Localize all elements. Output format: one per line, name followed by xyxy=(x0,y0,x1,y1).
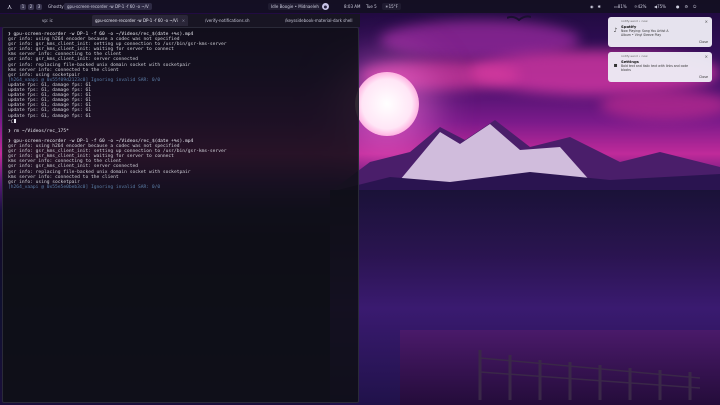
terminal-window[interactable]: ❯ gpu-screen-recorder -w DP-1 -f 60 -o ~… xyxy=(2,27,359,403)
tray-icons: ● ⚙ ⏻ xyxy=(676,0,696,13)
notification-app: notify-send • now xyxy=(621,54,648,58)
terminal-output: ❯ gpu-screen-recorder -w DP-1 -f 60 -o ~… xyxy=(8,32,227,190)
top-bar: ⋏ 1 2 3 Ghostty gpu-screen-recorder -w D… xyxy=(0,0,720,13)
brightness-percent: 42% xyxy=(637,4,647,9)
window-title: Ghostty xyxy=(48,4,64,9)
mountains xyxy=(330,120,720,192)
notification-close-button[interactable]: Close xyxy=(699,40,708,44)
media-pill[interactable]: Idle Boogie • Midnaeleh xyxy=(268,3,322,10)
battery-status[interactable]: ▭ 81% xyxy=(614,0,627,13)
bird xyxy=(507,15,531,22)
system-tray: ◉ ✱ xyxy=(590,0,601,13)
workspace-2[interactable]: 2 xyxy=(28,3,34,10)
weather-temp: 15°F xyxy=(388,4,398,9)
notification-body: Bold text and italic text with links and… xyxy=(621,64,689,68)
notification-close-button[interactable]: Close xyxy=(699,75,708,79)
terminal-tab-strip: vp: ic gpu-screen-recorder -w DP-1 -f 60… xyxy=(0,14,360,27)
launcher-logo-icon[interactable]: ⋏ xyxy=(7,0,12,13)
avatar[interactable]: ● xyxy=(322,3,329,10)
bluetooth-icon[interactable]: ✱ xyxy=(598,4,601,9)
terminal-line: [h264_vaapi @ 0x55e5e0beb3c0] Ignoring i… xyxy=(8,184,161,190)
mic-icon[interactable]: ● xyxy=(676,4,680,9)
volume-status[interactable]: ◀ 75% xyxy=(654,0,666,13)
close-icon[interactable]: × xyxy=(705,54,708,59)
settings-icon[interactable]: ⚙ xyxy=(685,4,689,9)
terminal-cursor xyxy=(13,118,17,124)
notification-body-2: Album • Vinyl Sleeve Play xyxy=(621,33,662,37)
tab-2-active[interactable]: gpu-screen-recorder -w DP-1 -f 60 -o ~/V… xyxy=(92,15,189,26)
power-icon[interactable]: ⏻ xyxy=(693,4,696,9)
close-tab-icon[interactable]: × xyxy=(182,18,185,23)
tab-label: /keyssidebook-material-dark shell xyxy=(285,18,353,23)
date: Tue 5 xyxy=(366,4,377,9)
notification-spotify[interactable]: notify-send • now × ♪ Spotify Now Playin… xyxy=(608,17,712,47)
notification-app: notify-send • now xyxy=(621,19,648,23)
notification-settings[interactable]: notify-send • now × ▪ Settings Bold text… xyxy=(608,52,712,82)
tab-4[interactable]: /keyssidebook-material-dark shell xyxy=(285,15,353,26)
close-icon[interactable]: × xyxy=(705,19,708,24)
music-icon: ♪ xyxy=(613,27,618,34)
brightness-status[interactable]: ☼ 42% xyxy=(634,0,646,13)
tab-label: gpu-screen-recorder -w DP-1 -f 60 -o ~/V… xyxy=(95,18,178,23)
tab-1[interactable]: vp: ic xyxy=(42,15,53,26)
clock: 8:03 AM xyxy=(344,4,361,9)
workspace-3[interactable]: 3 xyxy=(36,3,42,10)
tab-label: vp: ic xyxy=(42,18,53,23)
weather-pill[interactable]: ☀ 15°F xyxy=(382,3,401,10)
fence xyxy=(478,350,700,400)
battery-percent: 81% xyxy=(617,4,627,9)
network-icon[interactable]: ◉ xyxy=(590,4,594,9)
tab-label: /verify-notifications.sh xyxy=(205,18,250,23)
workspace-switcher: 1 2 3 xyxy=(20,0,42,13)
info-icon: ▪ xyxy=(613,62,618,69)
notification-body-2: blocks xyxy=(621,68,631,72)
active-window-pill[interactable]: gpu-screen-recorder -w DP-1 -f 60 -o ~/V xyxy=(64,3,152,10)
volume-percent: 75% xyxy=(657,4,666,9)
workspace-1[interactable]: 1 xyxy=(20,3,26,10)
tab-3[interactable]: /verify-notifications.sh xyxy=(205,15,249,26)
